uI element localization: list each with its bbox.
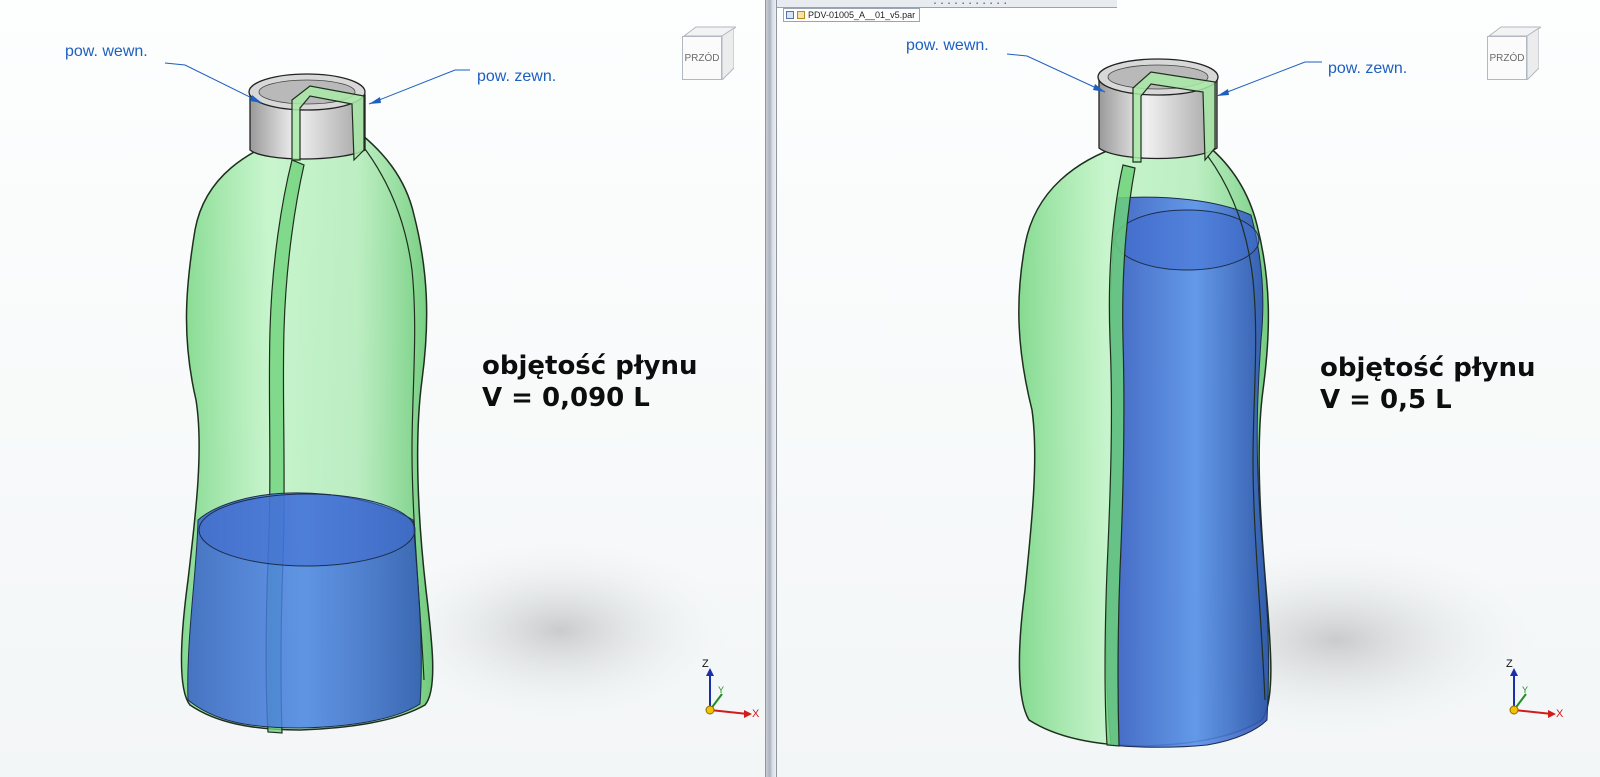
axis-triad: Z Y X <box>700 658 764 728</box>
view-cube-right[interactable] <box>1527 28 1539 80</box>
liquid-surface <box>1114 209 1260 271</box>
liquid-surface <box>198 493 416 567</box>
view-cube-right[interactable] <box>722 28 734 80</box>
axis-x-label: X <box>752 708 760 720</box>
leader-inner <box>1006 53 1106 93</box>
axis-y-label: Y <box>1522 685 1529 695</box>
view-cube[interactable]: PRZÓD <box>680 24 736 84</box>
volume-annotation: objętość płynu V = 0,090 L <box>482 350 697 414</box>
volume-value: V = 0,090 L <box>482 383 650 413</box>
axis-triad: Z Y X <box>1504 658 1568 728</box>
axis-z-label: Z <box>702 658 709 670</box>
right-viewport[interactable]: ........... PDV-01005_A__01_v5.par pow. … <box>777 0 1600 777</box>
view-cube-front[interactable]: PRZÓD <box>1487 36 1527 80</box>
bottle-shadow <box>390 540 730 720</box>
volume-annotation: objętość płynu V = 0,5 L <box>1320 352 1535 416</box>
axis-z-label: Z <box>1506 658 1513 670</box>
label-inner-surface: pow. wewn. <box>65 43 148 60</box>
volume-title: objętość płynu <box>1320 353 1536 383</box>
view-cube-front[interactable]: PRZÓD <box>682 36 722 80</box>
label-outer-surface: pow. zewn. <box>1328 60 1408 77</box>
liquid-volume <box>1105 196 1270 748</box>
axis-y-label: Y <box>718 685 725 695</box>
leader-outer-arrow <box>1217 89 1229 96</box>
leader-outer-arrow <box>369 97 381 104</box>
view-cube[interactable]: PRZÓD <box>1485 24 1541 84</box>
left-viewport[interactable]: pow. wewn. pow. zewn. objętość płynu V =… <box>0 0 765 777</box>
axis-x-label: X <box>1556 708 1564 720</box>
viewport-splitter[interactable] <box>765 0 777 777</box>
label-outer-surface: pow. zewn. <box>477 68 557 85</box>
volume-title: objętość płynu <box>482 351 698 381</box>
leader-outer <box>1216 61 1322 97</box>
leader-outer <box>368 69 470 105</box>
leader-inner <box>164 62 263 104</box>
volume-value: V = 0,5 L <box>1320 385 1452 415</box>
label-inner-surface: pow. wewn. <box>906 37 989 54</box>
